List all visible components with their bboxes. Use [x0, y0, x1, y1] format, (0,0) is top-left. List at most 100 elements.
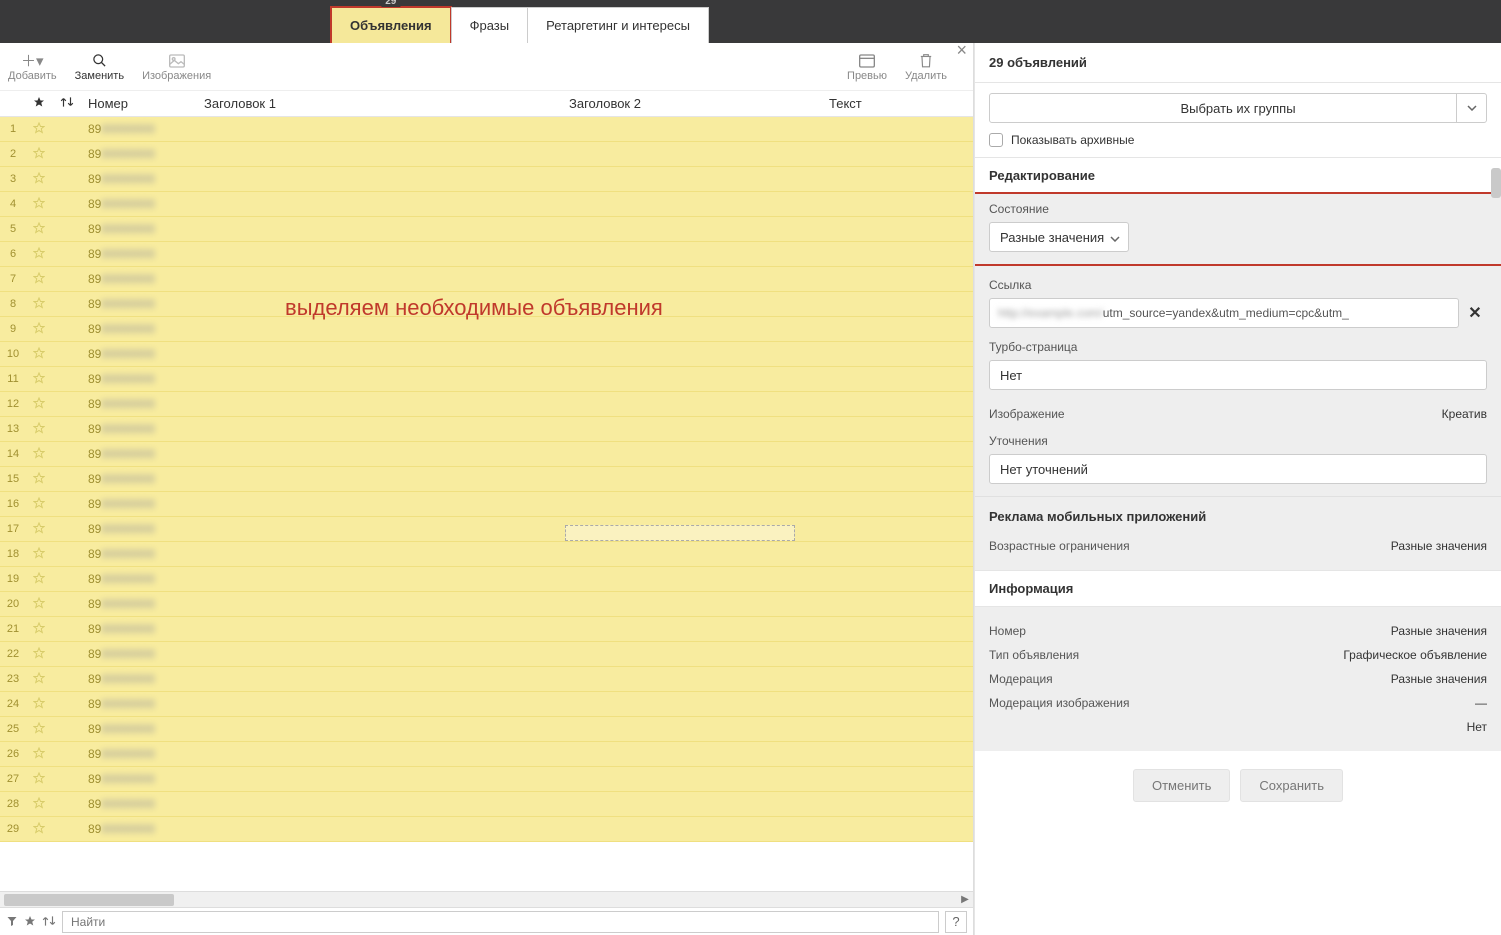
tab-phrases[interactable]: Фразы	[451, 7, 529, 43]
row-star-icon[interactable]	[26, 122, 52, 137]
table-row[interactable]: 88900000000	[0, 292, 973, 317]
row-star-icon[interactable]	[26, 447, 52, 462]
row-star-icon[interactable]	[26, 347, 52, 362]
table-row[interactable]: 168900000000	[0, 492, 973, 517]
sort-filter-icon[interactable]	[42, 914, 56, 930]
table-row[interactable]: 108900000000	[0, 342, 973, 367]
delete-button[interactable]: Удалить	[905, 52, 947, 82]
table-row[interactable]: 48900000000	[0, 192, 973, 217]
row-index: 17	[0, 523, 26, 535]
table-row[interactable]: 128900000000	[0, 392, 973, 417]
row-star-icon[interactable]	[26, 497, 52, 512]
row-star-icon[interactable]	[26, 472, 52, 487]
table-row[interactable]: 58900000000	[0, 217, 973, 242]
table-row[interactable]: 268900000000	[0, 742, 973, 767]
table-row[interactable]: 98900000000	[0, 317, 973, 342]
table-body[interactable]: выделяем необходимые объявления 18900000…	[0, 117, 973, 891]
table-row[interactable]: 288900000000	[0, 792, 973, 817]
row-star-icon[interactable]	[26, 572, 52, 587]
replace-button[interactable]: Заменить	[75, 52, 124, 82]
table-row[interactable]: 208900000000	[0, 592, 973, 617]
row-number: 8900000000	[82, 572, 198, 586]
row-star-icon[interactable]	[26, 197, 52, 212]
row-index: 12	[0, 398, 26, 410]
table-row[interactable]: 198900000000	[0, 567, 973, 592]
row-star-icon[interactable]	[26, 297, 52, 312]
left-pane: × ＋▾ Добавить Заменить Изображения	[0, 43, 974, 935]
row-star-icon[interactable]	[26, 822, 52, 837]
col-number[interactable]: Номер	[82, 96, 198, 111]
table-row[interactable]: 148900000000	[0, 442, 973, 467]
help-button[interactable]: ?	[945, 911, 967, 933]
col-heading1[interactable]: Заголовок 1	[198, 96, 563, 111]
tab-ads[interactable]: 29 Объявления	[330, 6, 452, 43]
add-button[interactable]: ＋▾ Добавить	[8, 52, 57, 82]
cancel-button[interactable]: Отменить	[1133, 769, 1230, 802]
row-star-icon[interactable]	[26, 322, 52, 337]
table-row[interactable]: 78900000000	[0, 267, 973, 292]
select-groups-dropdown[interactable]: Выбрать их группы	[989, 93, 1487, 123]
row-star-icon[interactable]	[26, 147, 52, 162]
search-input[interactable]	[62, 911, 939, 933]
preview-button[interactable]: Превью	[847, 52, 887, 82]
table-row[interactable]: 118900000000	[0, 367, 973, 392]
row-star-icon[interactable]	[26, 422, 52, 437]
turbo-input[interactable]: Нет	[989, 360, 1487, 390]
table-row[interactable]: 218900000000	[0, 617, 973, 642]
row-star-icon[interactable]	[26, 222, 52, 237]
hscroll-arrow-right-icon[interactable]: ▶	[957, 894, 973, 905]
row-star-icon[interactable]	[26, 597, 52, 612]
link-input[interactable]: http://example.com/utm_source=yandex&utm…	[989, 298, 1459, 328]
tab-retargeting[interactable]: Ретаргетинг и интересы	[527, 7, 709, 43]
table-row[interactable]: 178900000000	[0, 517, 973, 542]
table-row[interactable]: 38900000000	[0, 167, 973, 192]
table-row[interactable]: 28900000000	[0, 142, 973, 167]
horizontal-scrollbar[interactable]: ▶	[0, 891, 973, 907]
row-star-icon[interactable]	[26, 747, 52, 762]
row-star-icon[interactable]	[26, 247, 52, 262]
col-heading2[interactable]: Заголовок 2	[563, 96, 823, 111]
hscroll-thumb[interactable]	[4, 894, 174, 906]
row-star-icon[interactable]	[26, 722, 52, 737]
table-row[interactable]: 278900000000	[0, 767, 973, 792]
row-index: 23	[0, 673, 26, 685]
row-star-icon[interactable]	[26, 622, 52, 637]
table-row[interactable]: 228900000000	[0, 642, 973, 667]
clear-link-icon[interactable]: ✕	[1463, 298, 1487, 328]
table-row[interactable]: 18900000000	[0, 117, 973, 142]
table-row[interactable]: 258900000000	[0, 717, 973, 742]
right-scrollbar-thumb[interactable]	[1491, 168, 1501, 198]
clarif-input[interactable]: Нет уточнений	[989, 454, 1487, 484]
filter-icon[interactable]	[6, 914, 18, 930]
row-star-icon[interactable]	[26, 397, 52, 412]
row-star-icon[interactable]	[26, 272, 52, 287]
row-star-icon[interactable]	[26, 697, 52, 712]
images-button[interactable]: Изображения	[142, 52, 211, 82]
col-star[interactable]	[26, 96, 52, 111]
table-row[interactable]: 238900000000	[0, 667, 973, 692]
row-star-icon[interactable]	[26, 522, 52, 537]
table-row[interactable]: 298900000000	[0, 817, 973, 842]
state-dropdown[interactable]: Разные значения	[989, 222, 1129, 252]
tab-retargeting-label: Ретаргетинг и интересы	[546, 18, 690, 33]
row-index: 8	[0, 298, 26, 310]
table-row[interactable]: 68900000000	[0, 242, 973, 267]
table-row[interactable]: 188900000000	[0, 542, 973, 567]
col-sort[interactable]	[52, 96, 82, 111]
save-button[interactable]: Сохранить	[1240, 769, 1343, 802]
row-star-icon[interactable]	[26, 172, 52, 187]
star-filter-icon[interactable]	[24, 914, 36, 930]
row-star-icon[interactable]	[26, 547, 52, 562]
show-archived-checkbox[interactable]: Показывать архивные	[989, 133, 1487, 147]
table-row[interactable]: 248900000000	[0, 692, 973, 717]
row-star-icon[interactable]	[26, 772, 52, 787]
table-row[interactable]: 158900000000	[0, 467, 973, 492]
row-star-icon[interactable]	[26, 797, 52, 812]
table-row[interactable]: 138900000000	[0, 417, 973, 442]
row-star-icon[interactable]	[26, 647, 52, 662]
row-star-icon[interactable]	[26, 672, 52, 687]
col-text[interactable]: Текст	[823, 96, 973, 111]
row-star-icon[interactable]	[26, 372, 52, 387]
add-label: Добавить	[8, 70, 57, 82]
row-index: 13	[0, 423, 26, 435]
